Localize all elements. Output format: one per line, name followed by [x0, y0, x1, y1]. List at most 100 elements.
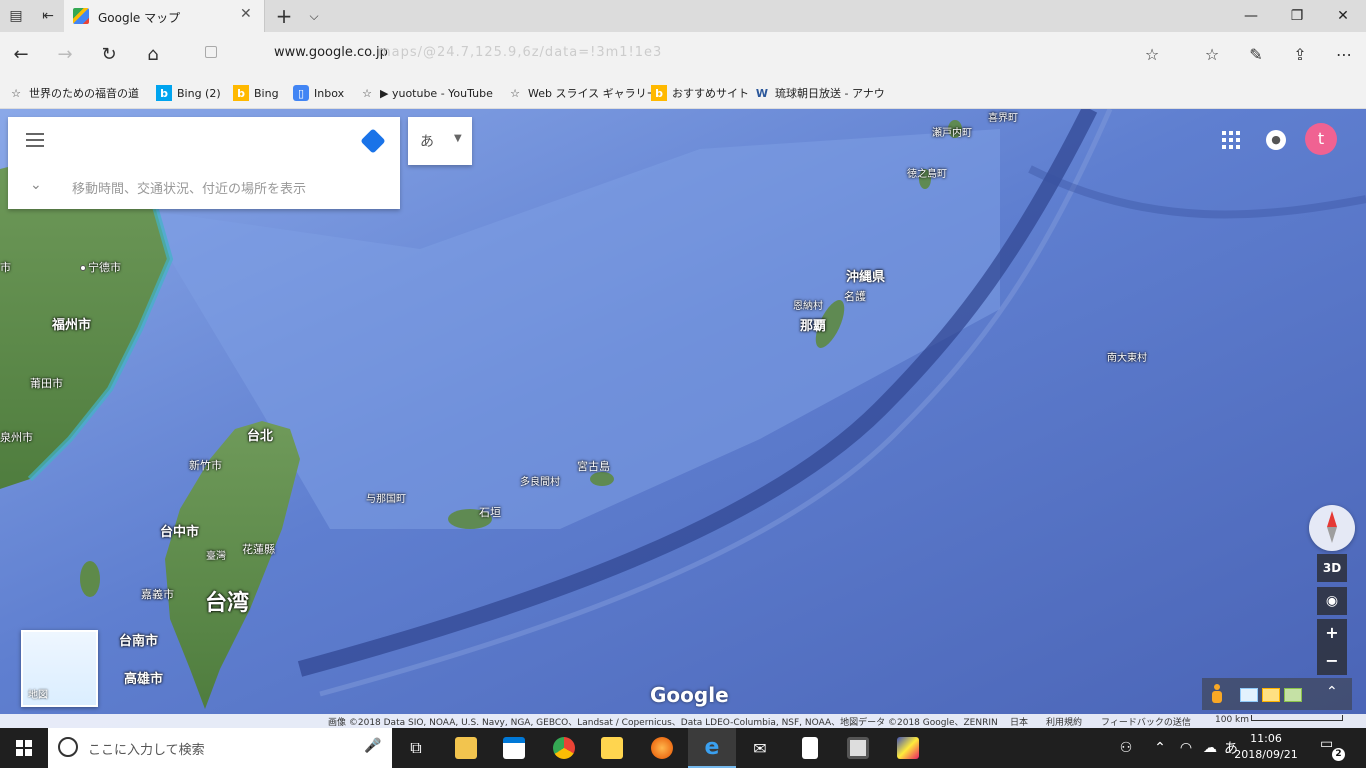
favorite-item[interactable]: b Bing (2) — [156, 84, 221, 102]
toggle-3d-button[interactable]: 3D — [1317, 554, 1347, 582]
wifi-icon[interactable]: ◠ — [1174, 728, 1198, 768]
tab-google-maps[interactable]: Google マップ ✕ — [64, 0, 265, 32]
paint-icon[interactable] — [884, 728, 932, 768]
place-label[interactable]: 花蓮縣 — [242, 541, 275, 557]
set-aside-tabs-icon[interactable]: ⇤ — [32, 0, 64, 32]
scale-label[interactable]: 100 km — [1215, 715, 1249, 725]
chrome-icon[interactable] — [540, 728, 588, 768]
system-clock[interactable]: 11:06 2018/09/21 — [1234, 731, 1298, 765]
layer-thumbnail[interactable] — [1240, 688, 1258, 702]
place-label[interactable]: 多良間村 — [520, 473, 560, 488]
place-label[interactable]: 莆田市 — [30, 375, 63, 391]
action-center-icon[interactable]: ▭ 2 — [1320, 736, 1345, 761]
taskbar-search-placeholder: ここに入力して検索 — [88, 743, 205, 758]
share-icon[interactable]: ⇪ — [1280, 32, 1320, 76]
google-apps-icon[interactable] — [1222, 131, 1240, 149]
favorite-item[interactable]: W 琉球朝日放送 - アナウ — [754, 84, 885, 102]
my-location-icon[interactable]: ◉ — [1317, 587, 1347, 615]
expand-up-icon[interactable]: ⌃ — [1326, 684, 1338, 700]
place-label[interactable]: 沖縄県 — [846, 266, 885, 285]
explore-hint[interactable]: 移動時間、交通状況、付近の場所を表示 — [72, 178, 306, 197]
photos-icon[interactable] — [834, 728, 882, 768]
place-label[interactable]: 宁德市 — [80, 259, 121, 275]
restore-icon[interactable]: ❐ — [1274, 0, 1320, 32]
layer-thumbnail[interactable] — [1262, 688, 1280, 702]
task-view-icon[interactable]: ⧉ — [392, 728, 440, 768]
back-arrow-icon[interactable]: ← — [0, 32, 42, 76]
tab-sets-icon[interactable]: ▤ — [0, 0, 32, 32]
place-label[interactable]: 台南市 — [119, 630, 158, 649]
map-type-thumbnail[interactable]: 地図 — [21, 630, 98, 707]
expand-chevron-icon[interactable]: ⌄ — [30, 177, 42, 193]
store-icon[interactable] — [490, 728, 538, 768]
place-label[interactable]: 与那国町 — [366, 490, 406, 505]
favorite-item[interactable]: b Bing — [233, 84, 279, 102]
onedrive-cloud-icon[interactable]: ☁ — [1198, 728, 1222, 768]
place-label[interactable]: 喜界町 — [988, 109, 1018, 124]
video-player-icon[interactable] — [588, 728, 636, 768]
web-note-pen-icon[interactable]: ✎ — [1236, 32, 1276, 76]
place-label[interactable]: 瀬戸内町 — [932, 124, 972, 139]
place-label[interactable]: 泉州市 — [0, 429, 33, 445]
satellite-map[interactable]: 宁德市 福州市 莆田市 泉州市 市 台北 新竹市 台中市 臺灣 花蓮縣 嘉義市 … — [0, 109, 1366, 728]
place-label[interactable]: 南大東村 — [1107, 349, 1147, 364]
place-label[interactable]: 台北 — [247, 425, 273, 444]
new-tab-icon[interactable]: + — [268, 0, 300, 32]
file-explorer-icon[interactable] — [442, 728, 490, 768]
close-window-icon[interactable]: ✕ — [1320, 0, 1366, 32]
place-label[interactable]: 市 — [0, 259, 11, 275]
document-icon[interactable] — [786, 728, 834, 768]
feedback-link[interactable]: フィードバックの送信 — [1101, 715, 1191, 728]
place-label[interactable]: 嘉義市 — [141, 586, 174, 602]
place-label[interactable]: 新竹市 — [189, 457, 222, 473]
address-field[interactable]: www.google.co.jp maps/@24.7,125.9,6z/dat… — [200, 40, 1120, 68]
place-label[interactable]: 福州市 — [52, 314, 91, 333]
search-input[interactable] — [60, 126, 310, 156]
minimize-icon[interactable]: — — [1228, 0, 1274, 32]
tab-preview-chevron-icon[interactable]: ⌵ — [298, 0, 330, 32]
favorite-item[interactable]: ▯ Inbox — [293, 84, 344, 102]
more-ellipsis-icon[interactable]: ⋯ — [1324, 32, 1364, 76]
forward-arrow-icon[interactable]: → — [44, 32, 86, 76]
edge-icon[interactable]: e — [688, 728, 736, 768]
place-label[interactable]: 徳之島町 — [907, 165, 947, 180]
place-label[interactable]: 宮古島 — [577, 458, 610, 474]
notifications-bell-icon[interactable]: ● — [1266, 130, 1286, 150]
account-avatar[interactable]: t — [1305, 123, 1337, 155]
favorite-item[interactable]: ☆ Web スライス ギャラリー — [507, 84, 658, 102]
input-method-button[interactable]: あ ▼ — [408, 117, 472, 165]
favorites-hub-icon[interactable]: ☆ — [1192, 32, 1232, 76]
star-icon: ☆ — [362, 86, 372, 100]
tray-overflow-icon[interactable]: ⌃ — [1148, 728, 1172, 768]
start-button[interactable] — [0, 728, 48, 768]
place-label[interactable]: 恩納村 — [793, 297, 823, 312]
favorite-item[interactable]: ☆ ▶ yuotube - YouTube — [359, 84, 493, 102]
favorite-item[interactable]: ☆ 世界のための福音の道 — [8, 84, 139, 102]
firefox-icon[interactable] — [638, 728, 686, 768]
layer-thumbnail[interactable] — [1284, 688, 1302, 702]
place-label[interactable]: 台湾 — [205, 585, 249, 617]
compass-icon[interactable] — [1309, 505, 1355, 551]
zoom-out-button[interactable]: − — [1317, 647, 1347, 675]
favorite-star-icon[interactable]: ☆ — [1132, 32, 1172, 76]
favorite-item[interactable]: b おすすめサイト — [651, 84, 749, 102]
directions-icon[interactable] — [360, 128, 386, 154]
place-label[interactable]: 石垣 — [479, 504, 501, 520]
pegman-icon[interactable] — [1212, 684, 1222, 704]
place-label[interactable]: 那覇 — [800, 315, 826, 334]
place-label[interactable]: 名護 — [844, 288, 866, 304]
home-icon[interactable]: ⌂ — [132, 32, 174, 76]
microphone-icon[interactable]: 🎤 — [364, 738, 381, 754]
refresh-icon[interactable]: ↻ — [88, 32, 130, 76]
terms-link[interactable]: 利用規約 — [1046, 715, 1082, 728]
country-link[interactable]: 日本 — [1010, 715, 1028, 728]
zoom-in-button[interactable]: + — [1317, 619, 1347, 647]
hamburger-menu-icon[interactable] — [26, 133, 44, 147]
people-icon[interactable]: ⚇ — [1112, 728, 1140, 768]
place-label[interactable]: 台中市 — [160, 521, 199, 540]
mail-icon[interactable]: ✉ — [736, 728, 784, 768]
place-label[interactable]: 臺灣 — [206, 547, 226, 562]
taskbar-search-box[interactable]: ここに入力して検索 🎤 — [48, 728, 392, 768]
close-tab-icon[interactable]: ✕ — [240, 6, 252, 22]
place-label[interactable]: 高雄市 — [124, 668, 163, 687]
